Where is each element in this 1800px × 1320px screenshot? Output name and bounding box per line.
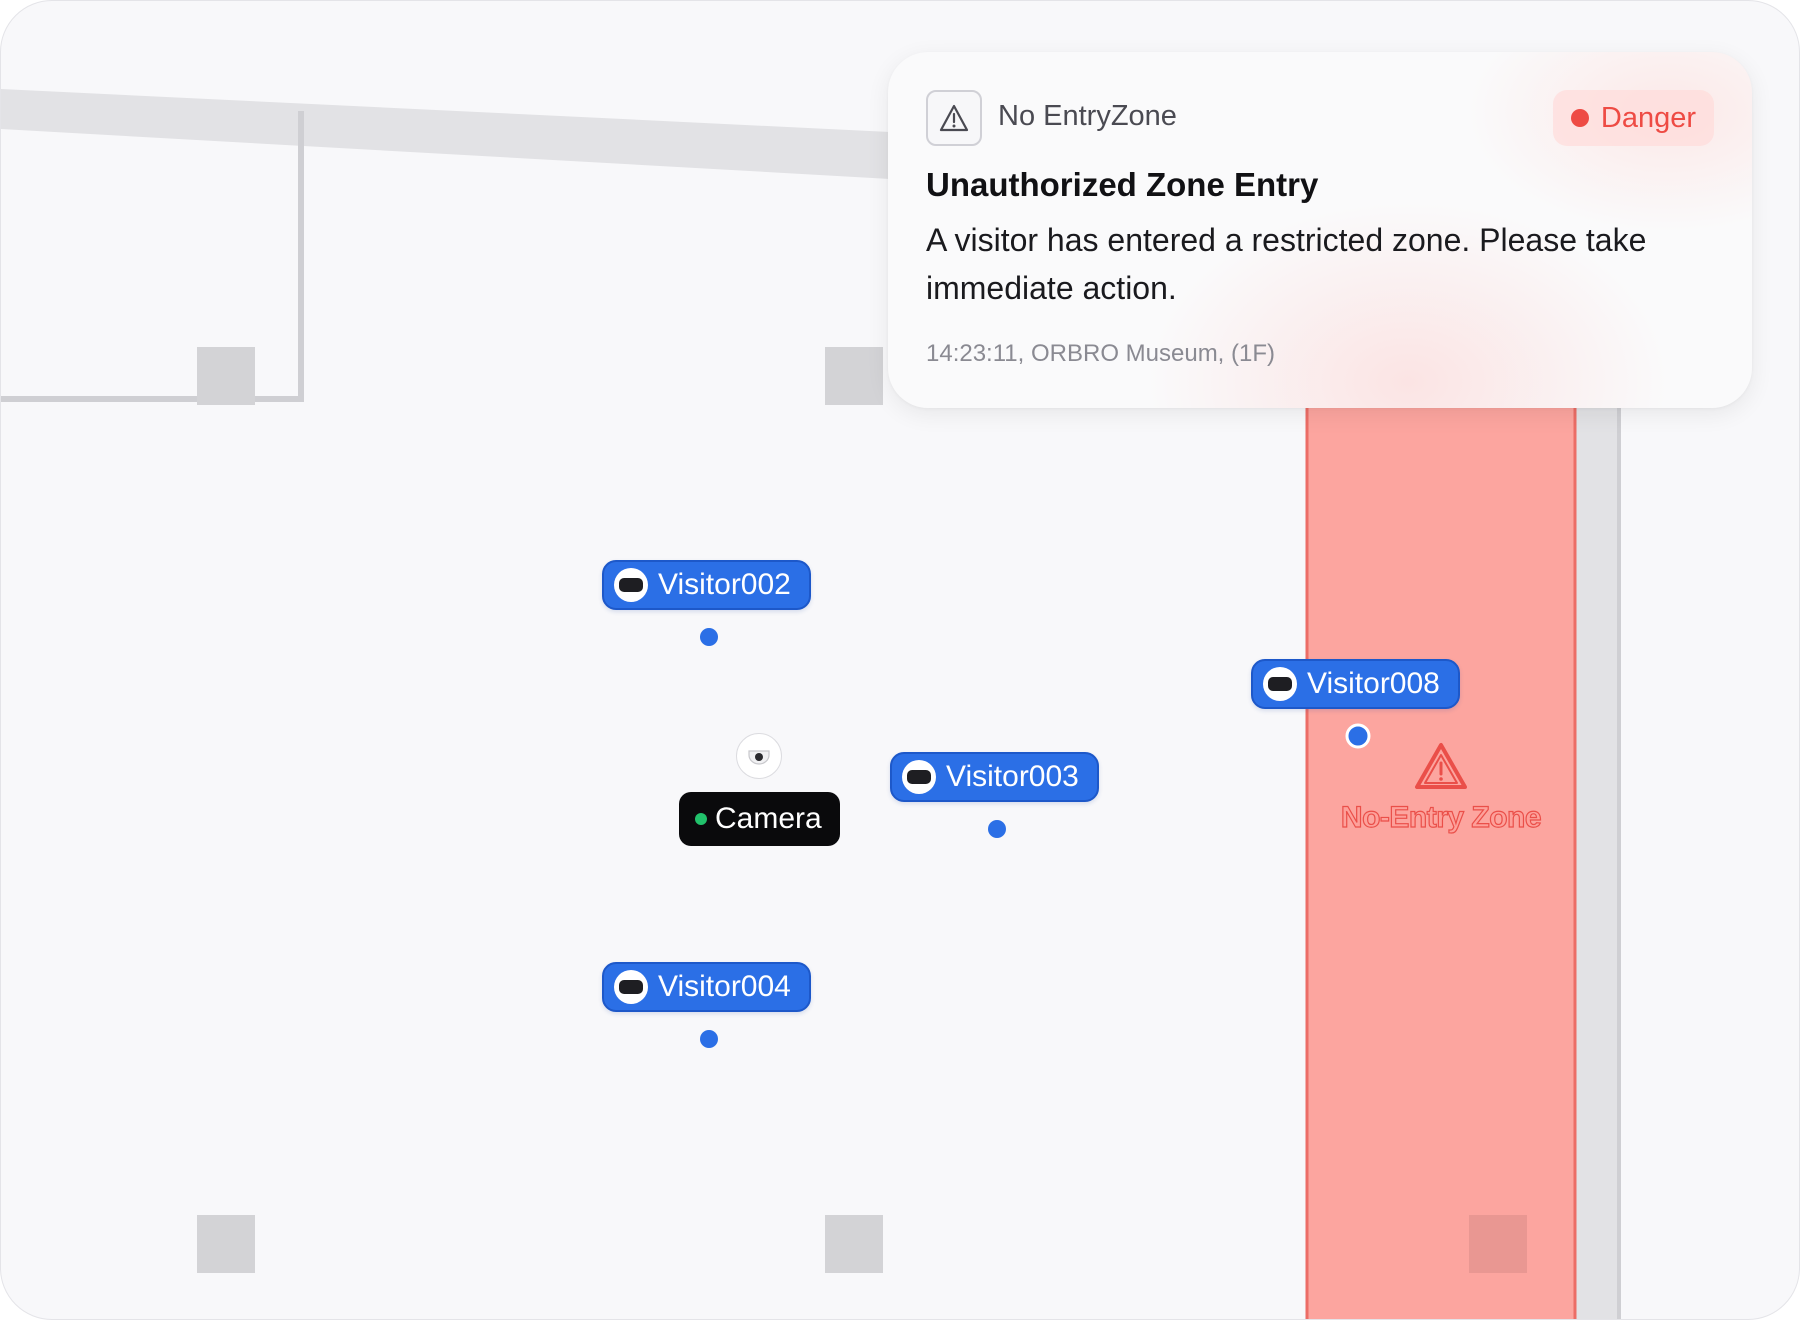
- visitor-label-visitor003[interactable]: Visitor003: [890, 752, 1099, 802]
- alert-title: Unauthorized Zone Entry: [926, 166, 1319, 203]
- camera-status-dot: [695, 813, 707, 825]
- visitor-label-visitor002[interactable]: Visitor002: [602, 560, 811, 610]
- visitor-location-dot: [700, 1030, 718, 1048]
- tag-device-icon: [902, 760, 936, 794]
- no-entry-zone: [1305, 379, 1577, 1319]
- tag-device-icon: [614, 568, 648, 602]
- pillar: [197, 1215, 255, 1273]
- pillar: [1469, 1215, 1527, 1273]
- severity-label: Danger: [1600, 101, 1696, 134]
- camera-label-text: Camera: [715, 802, 822, 835]
- severity-dot: [1570, 109, 1589, 127]
- visitor-name: Visitor003: [946, 760, 1079, 793]
- tag-device-icon: [614, 970, 648, 1004]
- dome-camera-icon[interactable]: [736, 733, 782, 779]
- alert-message: A visitor has entered a restricted zone.…: [926, 222, 1647, 306]
- wall-line: [1, 111, 304, 402]
- camera-label[interactable]: Camera: [679, 792, 840, 846]
- visitor-location-dot: [700, 628, 718, 646]
- wall-beam: [1, 89, 891, 179]
- alert-category: No EntryZone: [998, 100, 1177, 132]
- pillar: [197, 347, 255, 405]
- visitor-name: Visitor008: [1307, 667, 1440, 700]
- alert-timestamp-location: 14:23:11, ORBRO Museum, (1F): [926, 340, 1276, 367]
- alert-notification-card[interactable]: No EntryZone Danger Unauthorized Zone En…: [888, 52, 1752, 408]
- visitor-location-dot: [988, 820, 1006, 838]
- tag-device-icon: [1263, 667, 1297, 701]
- right-wall: [1575, 381, 1617, 1319]
- warning-triangle-icon: [926, 90, 982, 146]
- no-entry-zone-label: No-Entry Zone: [1340, 800, 1542, 834]
- severity-badge: Danger: [1552, 90, 1714, 146]
- visitor-label-visitor004[interactable]: Visitor004: [602, 962, 811, 1012]
- visitor-name: Visitor004: [658, 970, 791, 1003]
- pillar: [825, 347, 883, 405]
- visitor-name: Visitor002: [658, 568, 791, 601]
- pillar: [825, 1215, 883, 1273]
- visitor-label-visitor008[interactable]: Visitor008: [1251, 659, 1460, 709]
- visitor-location-dot: [1345, 723, 1371, 749]
